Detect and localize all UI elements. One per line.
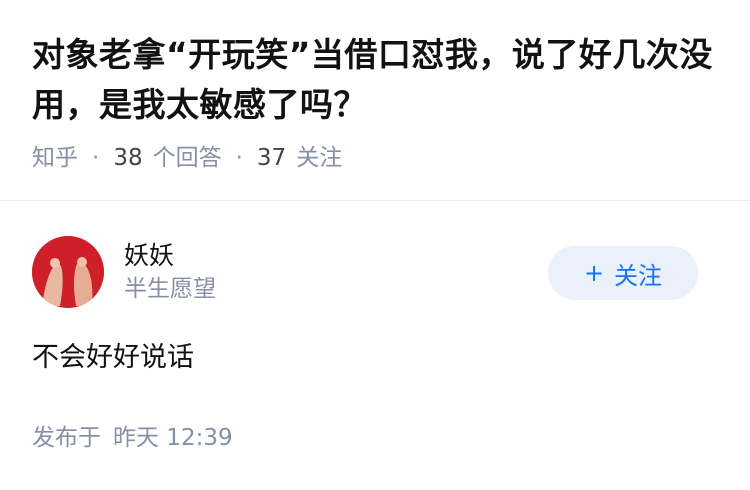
published-label: 发布于	[32, 425, 101, 451]
answer-page: 对象老拿“开玩笑”当借口怼我，说了好几次没用，是我太敏感了吗？ 知乎 · 38 …	[0, 0, 750, 490]
followers-label[interactable]: 关注	[296, 142, 342, 174]
follow-button[interactable]: + 关注	[548, 246, 698, 300]
published-time: 昨天 12:39	[113, 425, 233, 451]
answers-count[interactable]: 38	[113, 142, 142, 174]
source-label[interactable]: 知乎	[32, 142, 78, 174]
question-title[interactable]: 对象老拿“开玩笑”当借口怼我，说了好几次没用，是我太敏感了吗？	[32, 30, 722, 130]
answer-card: 妖妖 半生愿望 + 关注 不会好好说话	[32, 236, 718, 378]
avatar[interactable]	[32, 236, 104, 308]
question-meta: 知乎 · 38 个回答 · 37 关注	[32, 142, 718, 174]
author-row: 妖妖 半生愿望 + 关注	[32, 236, 718, 308]
separator-dot: ·	[92, 145, 100, 171]
question-header: 对象老拿“开玩笑”当借口怼我，说了好几次没用，是我太敏感了吗？ 知乎 · 38 …	[0, 0, 750, 174]
author-bio: 半生愿望	[124, 276, 216, 302]
author-name[interactable]: 妖妖	[124, 239, 216, 273]
answer-content: 不会好好说话	[32, 342, 194, 373]
follow-label: 关注	[614, 261, 663, 290]
followers-count[interactable]: 37	[257, 142, 286, 174]
separator-dot: ·	[235, 145, 243, 171]
avatar-image	[32, 236, 104, 308]
publish-time: 发布于 昨天 12:39	[32, 422, 233, 454]
divider	[0, 200, 750, 201]
plus-icon: +	[583, 259, 605, 287]
author-info: 妖妖 半生愿望	[124, 239, 216, 305]
answers-label[interactable]: 个回答	[153, 142, 222, 174]
